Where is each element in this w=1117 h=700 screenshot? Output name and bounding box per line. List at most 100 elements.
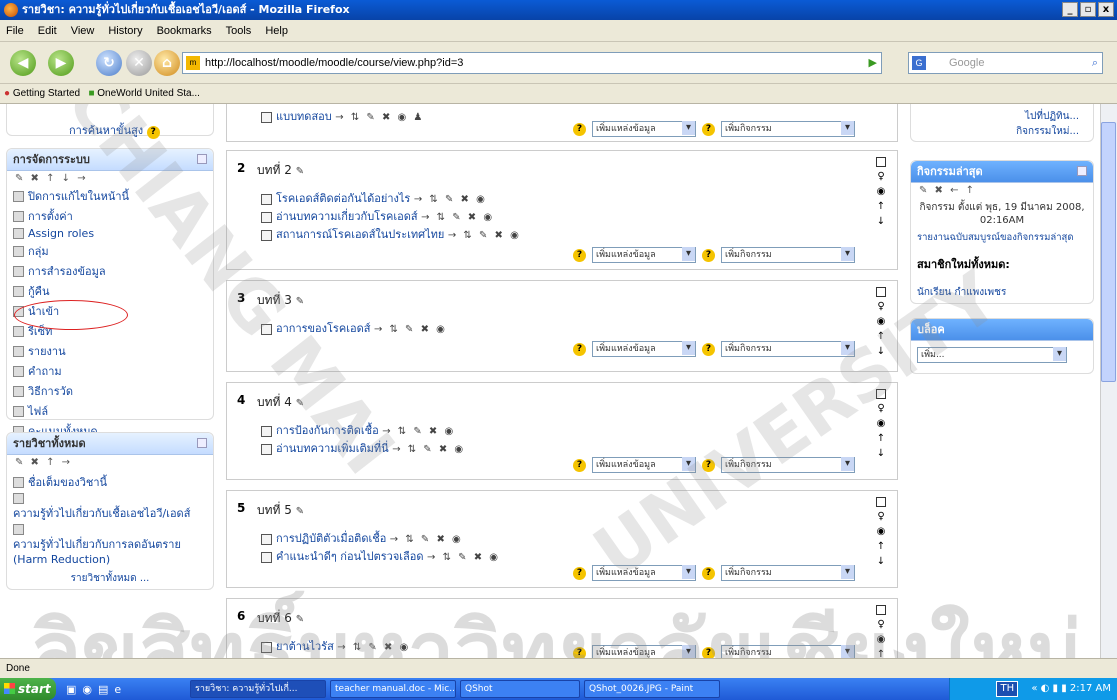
add-resource-select[interactable]: เพิ่มแหล่งข้อมูล	[592, 457, 696, 473]
edit-controls[interactable]: → ⇅ ✎ ✖ ◉	[448, 230, 521, 241]
highlight-icon[interactable]	[876, 497, 886, 507]
help-icon[interactable]: ?	[573, 566, 586, 580]
back-arrow-icon[interactable]: ◀	[10, 50, 36, 76]
resource-link[interactable]: อ่านบทความเพิ่มเติมที่นี่ → ⇅ ✎ ✖ ◉	[261, 439, 465, 457]
eye-icon[interactable]: ◉	[877, 418, 886, 429]
search-input[interactable]: G Google ⌕	[908, 52, 1103, 74]
resource-link[interactable]: คำแนะนำดีๆ ก่อนไปตรวจเลือด → ⇅ ✎ ✖ ◉	[261, 547, 500, 565]
calendar-link[interactable]: ไปที่ปฏิทิน...	[911, 104, 1093, 124]
task-word[interactable]: teacher manual.doc - Mic...	[330, 680, 456, 698]
bulb-icon[interactable]: ♀	[877, 511, 884, 522]
admin-menu-item[interactable]: ไฟล์	[7, 401, 213, 421]
all-courses-link[interactable]: รายวิชาทั้งหมด ...	[7, 571, 213, 586]
edit-controls[interactable]: → ⇅ ✎ ✖ ◉	[414, 194, 487, 205]
minimize-button[interactable]: _	[1062, 2, 1078, 17]
help-icon[interactable]: ?	[573, 458, 586, 472]
resource-link[interactable]: สถานการณ์โรคเอดส์ในประเทศไทย → ⇅ ✎ ✖ ◉	[261, 225, 521, 243]
add-activity-select[interactable]: เพิ่มกิจกรรม	[721, 645, 855, 658]
resource-link[interactable]: โรคเอดส์ติดต่อกันได้อย่างไร → ⇅ ✎ ✖ ◉	[261, 189, 487, 207]
maximize-button[interactable]: ▫	[1080, 2, 1096, 17]
bulb-icon[interactable]: ♀	[877, 403, 884, 414]
admin-menu-item[interactable]: การตั้งค่า	[7, 206, 213, 226]
down-arrow-icon[interactable]: ↓	[877, 448, 885, 459]
help-icon[interactable]: ?	[702, 248, 715, 262]
admin-menu-item[interactable]: วิธีการวัด	[7, 381, 213, 401]
help-icon[interactable]: ?	[702, 646, 715, 658]
bulb-icon[interactable]: ♀	[877, 171, 884, 182]
add-block-select[interactable]: เพิ่ม...	[917, 347, 1067, 363]
add-activity-select[interactable]: เพิ่มกิจกรรม	[721, 565, 855, 581]
help-icon[interactable]: ?	[573, 342, 586, 356]
courses-block-controls[interactable]: ✎ ✖ ↑ →	[7, 455, 213, 470]
add-resource-select[interactable]: เพิ่มแหล่งข้อมูล	[592, 645, 696, 658]
firefox-icon[interactable]: ◉	[82, 683, 92, 696]
edit-controls[interactable]: → ⇅ ✎ ✖ ◉	[392, 444, 465, 455]
bookmark-oneworld[interactable]: OneWorld United Sta...	[97, 88, 200, 99]
help-icon[interactable]: ?	[573, 646, 586, 658]
course-item[interactable]: ความรู้ทั่วไปเกี่ยวกับเชื้อเอชไอวี/เอดส์	[7, 492, 213, 523]
eye-icon[interactable]: ◉	[877, 634, 886, 645]
task-qshot[interactable]: QShot	[460, 680, 580, 698]
up-arrow-icon[interactable]: ↑	[877, 541, 885, 552]
admin-menu-item[interactable]: กลุ่ม	[7, 241, 213, 261]
add-activity-select[interactable]: เพิ่มกิจกรรม	[721, 247, 855, 263]
edit-controls[interactable]: → ⇅ ✎ ✖ ◉	[427, 552, 500, 563]
folder-icon[interactable]: ▤	[98, 683, 108, 696]
tray-icons[interactable]: « ◐ ▮ ▮	[1031, 683, 1070, 694]
edit-icon[interactable]: ✎	[296, 296, 306, 307]
stop-icon[interactable]: ✕	[126, 50, 152, 76]
url-bar[interactable]: m http://localhost/moodle/moodle/course/…	[182, 52, 882, 74]
bookmark-getting-started[interactable]: Getting Started	[13, 88, 80, 99]
edit-icon[interactable]: ✎	[296, 398, 306, 409]
help-icon[interactable]: ?	[702, 458, 715, 472]
full-report-link[interactable]: รายงานฉบับสมบูรณ์ของกิจกรรมล่าสุด	[911, 228, 1093, 247]
new-user-link[interactable]: นักเรียน กำแพงเพชร	[911, 275, 1093, 310]
admin-menu-item[interactable]: รายงาน	[7, 341, 213, 361]
add-resource-select[interactable]: เพิ่มแหล่งข้อมูล	[592, 565, 696, 581]
go-arrow-icon[interactable]: ▶	[869, 53, 877, 73]
down-arrow-icon[interactable]: ↓	[877, 216, 885, 227]
menu-tools[interactable]: Tools	[226, 25, 252, 37]
add-resource-select[interactable]: เพิ่มแหล่งข้อมูล	[592, 341, 696, 357]
reload-icon[interactable]: ↻	[96, 50, 122, 76]
bulb-icon[interactable]: ♀	[877, 619, 884, 630]
help-icon[interactable]: ?	[146, 126, 160, 139]
add-activity-select[interactable]: เพิ่มกิจกรรม	[721, 341, 855, 357]
menu-help[interactable]: Help	[265, 25, 288, 37]
eye-icon[interactable]: ◉	[877, 526, 886, 537]
forward-arrow-icon[interactable]: ▶	[48, 50, 74, 76]
bulb-icon[interactable]: ♀	[877, 301, 884, 312]
menu-file[interactable]: File	[6, 25, 24, 37]
help-icon[interactable]: ?	[702, 566, 715, 580]
down-arrow-icon[interactable]: ↓	[877, 346, 885, 357]
up-arrow-icon[interactable]: ↑	[877, 201, 885, 212]
help-icon[interactable]: ?	[702, 122, 715, 136]
edit-icon[interactable]: ✎	[296, 614, 306, 625]
admin-menu-item[interactable]: ปิดการแก้ไขในหน้านี้	[7, 186, 213, 206]
menu-bookmarks[interactable]: Bookmarks	[157, 25, 212, 37]
eye-icon[interactable]: ◉	[877, 316, 886, 327]
quiz-link[interactable]: แบบทดสอบ → ⇅ ✎ ✖ ◉ ♟	[261, 107, 424, 125]
admin-menu-item[interactable]: คำถาม	[7, 361, 213, 381]
edit-controls[interactable]: → ⇅ ✎ ✖ ◉	[390, 534, 463, 545]
admin-block-controls[interactable]: ✎ ✖ ↑ ↓ →	[7, 171, 213, 186]
search-icon[interactable]: ⌕	[1092, 53, 1098, 73]
down-arrow-icon[interactable]: ↓	[877, 556, 885, 567]
admin-menu-item[interactable]: Assign roles	[7, 226, 213, 241]
desktop-icon[interactable]: ▣	[66, 683, 76, 696]
collapse-icon[interactable]	[197, 154, 207, 164]
recent-activity-controls[interactable]: ✎ ✖ ← ↑	[911, 183, 1093, 198]
advanced-search-link[interactable]: การค้นหาขั้นสูง ?	[69, 121, 160, 139]
help-icon[interactable]: ?	[702, 342, 715, 356]
edit-controls[interactable]: → ⇅ ✎ ✖ ◉	[337, 642, 410, 653]
course-item[interactable]: ความรู้ทั่วไปเกี่ยวกับการลดอันตราย (Harm…	[7, 523, 213, 567]
highlight-icon[interactable]	[876, 287, 886, 297]
task-paint[interactable]: QShot_0026.JPG - Paint	[584, 680, 720, 698]
up-arrow-icon[interactable]: ↑	[877, 433, 885, 444]
highlight-icon[interactable]	[876, 389, 886, 399]
admin-menu-item[interactable]: การสำรองข้อมูล	[7, 261, 213, 281]
up-arrow-icon[interactable]: ↑	[877, 649, 885, 658]
highlight-icon[interactable]	[876, 605, 886, 615]
new-event-link[interactable]: กิจกรรมใหม่...	[911, 124, 1093, 139]
menu-view[interactable]: View	[71, 25, 95, 37]
